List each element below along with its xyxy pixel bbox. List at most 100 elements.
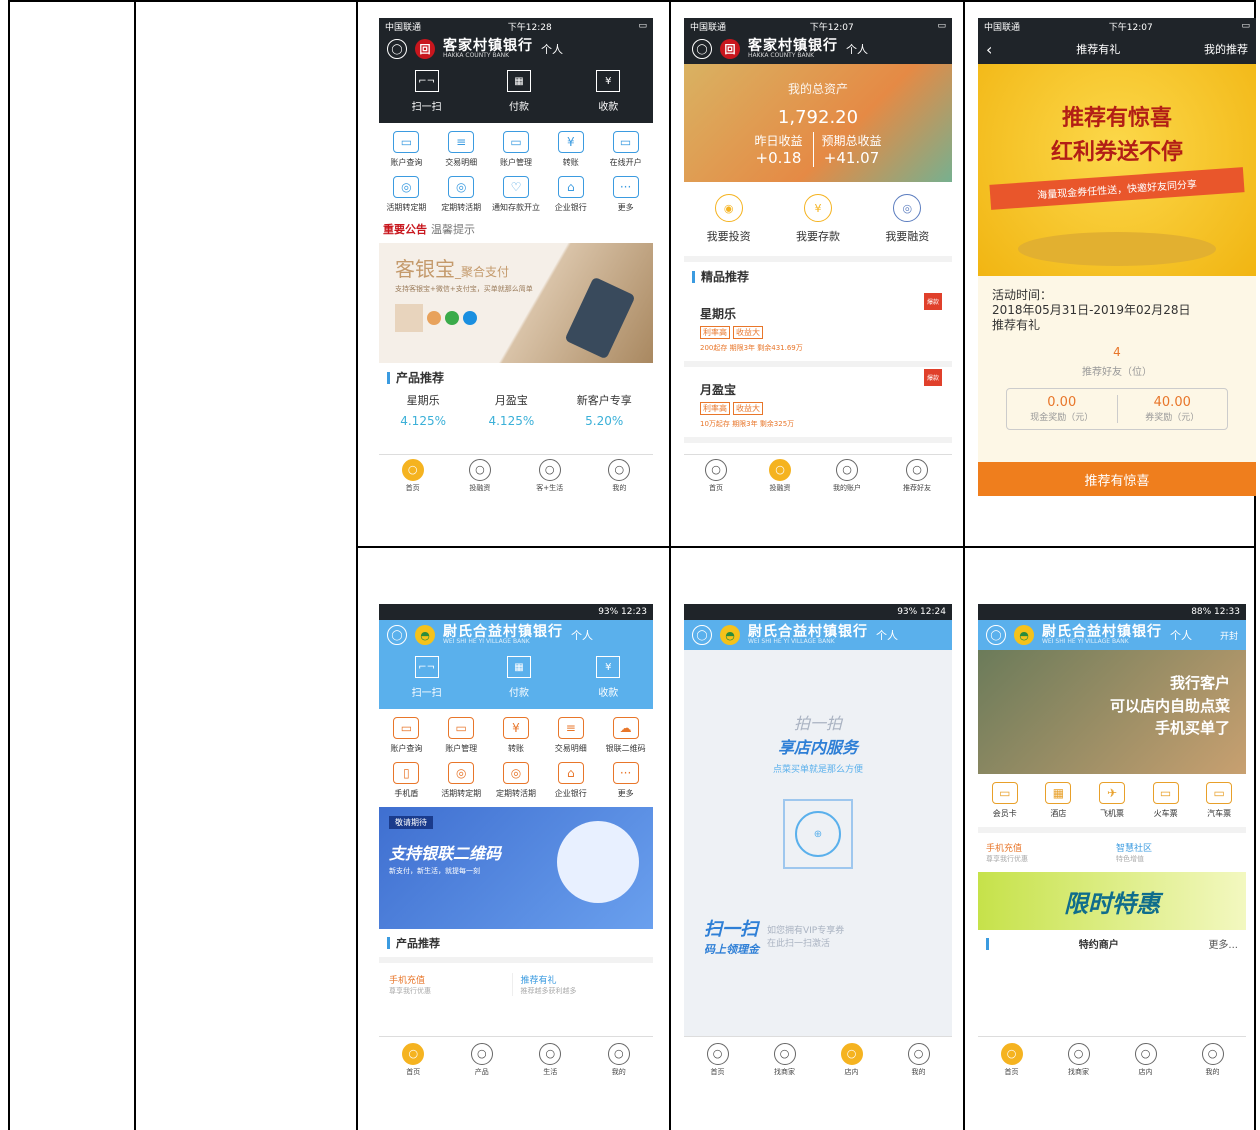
menu-item[interactable]: ▭ 火车票 (1139, 778, 1193, 823)
menu-item[interactable]: ¥ 转账 (489, 713, 544, 758)
tab-3[interactable]: ○ 我的 (608, 458, 631, 493)
mobile-topup-card[interactable]: 手机充值 尊享我行优惠 (986, 841, 1108, 864)
tab-0[interactable]: ○ 首页 (1000, 1042, 1023, 1077)
my-referrals-link[interactable]: 我的推荐 (1204, 41, 1248, 57)
tab-3[interactable]: ○ 推荐好友 (903, 458, 931, 493)
menu-item[interactable]: ◎ 活期转定期 (379, 172, 434, 217)
mobile-topup-card[interactable]: 手机充值 尊享我行优惠 (389, 973, 512, 996)
invest-button[interactable]: ◉ 我要投资 (707, 194, 751, 244)
finance-button[interactable]: ◎ 我要融资 (885, 194, 929, 244)
tab-icon: ○ (539, 1042, 562, 1065)
asset-card[interactable]: 我的总资产 1,792.20 昨日收益 +0.18 预期总收益 +41.07 (684, 64, 952, 182)
tab-2[interactable]: ○ 我的账户 (833, 458, 861, 493)
tab-2[interactable]: ○ 店内 (1134, 1042, 1157, 1077)
tab-1[interactable]: ○ 投融资 (468, 458, 491, 493)
menu-item[interactable]: ☁ 银联二维码 (598, 713, 653, 758)
menu-item[interactable]: ··· 更多 (598, 758, 653, 803)
menu-item[interactable]: ··· 更多 (598, 172, 653, 217)
tab-0[interactable]: ○ 首页 (706, 1042, 729, 1077)
scan-frame[interactable]: ⊕ (783, 799, 853, 869)
tab-1[interactable]: ○ 找商家 (773, 1042, 796, 1077)
tab-2[interactable]: ○ 客+生活 (536, 458, 563, 493)
menu-item[interactable]: ▭ 账户管理 (434, 713, 489, 758)
smart-community-card[interactable]: 智慧社区 特色增值 (1108, 841, 1238, 864)
product-card[interactable]: 爆款 月盈宝 利率高 收益大 10万起存 期限3年 剩余325万 (684, 367, 952, 443)
menu-item[interactable]: ▭ 账户查询 (379, 127, 434, 172)
menu-label: 交易明细 (554, 744, 587, 753)
menu-label: 在线开户 (609, 158, 642, 167)
tab-0[interactable]: ○ 首页 (705, 458, 727, 493)
table-border (963, 0, 965, 1130)
menu-item[interactable]: ▭ 在线开户 (598, 127, 653, 172)
scan-button[interactable]: ⌐¬ 扫一扫 (412, 70, 442, 113)
user-icon[interactable]: ◯ (986, 625, 1006, 645)
pay-button[interactable]: ▦ 付款 (506, 656, 531, 699)
menu-item[interactable]: ▭ 会员卡 (978, 778, 1032, 823)
menu-item[interactable]: ▭ 账户管理 (489, 127, 544, 172)
pay-button[interactable]: ▦ 付款 (506, 70, 531, 113)
menu-icon: ¥ (502, 717, 529, 739)
menu-item[interactable]: ≡ 交易明细 (434, 127, 489, 172)
user-icon[interactable]: ◯ (387, 39, 407, 59)
deposit-button[interactable]: ¥ 我要存款 (796, 194, 840, 244)
unionpay-banner[interactable]: 敬请期待 支持银联二维码 新支付，新生活，就提每一刻 (379, 807, 653, 929)
more-link[interactable]: 更多... (1208, 936, 1238, 951)
tab-1[interactable]: ○ 找商家 (1067, 1042, 1090, 1077)
reward-summary: 0.00 现金奖励（元） 40.00 券奖励（元） (1006, 388, 1228, 430)
product-item[interactable]: 月盈宝 4.125% (488, 392, 534, 428)
tab-label: 首页 (1004, 1067, 1019, 1076)
user-icon[interactable]: ◯ (692, 625, 712, 645)
menu-item[interactable]: ≡ 交易明细 (543, 713, 598, 758)
self-order-banner[interactable]: 我行客户 可以店内自助点菜 手机买单了 (978, 650, 1246, 774)
product-card[interactable]: 爆款 星期乐 利率高 收益大 200起存 期限3年 剩余431.69万 (684, 291, 952, 367)
promo-banner[interactable]: 客银宝_聚合支付 支持客银宝+微信+支付宝，买单就那么简单 (379, 243, 653, 363)
menu-icon: ▭ (393, 131, 420, 153)
user-icon[interactable]: ◯ (387, 625, 407, 645)
menu-item[interactable]: ▦ 酒店 (1032, 778, 1086, 823)
tab-icon: ○ (538, 458, 561, 481)
qr-code-icon: ▦ (506, 70, 531, 92)
table-border (8, 0, 10, 1130)
battery-icon: ▭ (638, 21, 647, 31)
menu-item[interactable]: ▯ 手机盾 (379, 758, 434, 803)
referral-card[interactable]: 推荐有礼 推荐越多获利越多 (511, 973, 644, 996)
scan-button[interactable]: ⌐¬ 扫一扫 (412, 656, 442, 699)
refer-button[interactable]: 推荐有惊喜 (978, 462, 1256, 496)
product-item[interactable]: 星期乐 4.125% (400, 392, 446, 428)
menu-item[interactable]: ⌂ 企业银行 (543, 172, 598, 217)
menu-item[interactable]: ◎ 定期转活期 (489, 758, 544, 803)
tab-icon: ○ (608, 458, 631, 481)
menu-icon: ✈ (1098, 782, 1125, 804)
product-item[interactable]: 新客户专享 5.20% (577, 392, 632, 428)
menu-label: 转账 (507, 744, 524, 753)
menu-item[interactable]: ♡ 通知存款开立 (489, 172, 544, 217)
user-icon[interactable]: ◯ (692, 39, 712, 59)
receive-button[interactable]: ¥ 收款 (596, 70, 621, 113)
back-icon[interactable]: ‹ (986, 40, 992, 59)
tag: 收益大 (733, 326, 763, 339)
product-rate: 4.125% (400, 414, 446, 428)
section-title: 产品推荐 (396, 371, 445, 385)
tab-2[interactable]: ○ 生活 (539, 1042, 562, 1077)
notice-bar[interactable]: 重要公告 温馨提示 (379, 221, 653, 237)
menu-item[interactable]: ⌂ 企业银行 (543, 758, 598, 803)
menu-item[interactable]: ▭ 汽车票 (1192, 778, 1246, 823)
menu-item[interactable]: ¥ 转账 (543, 127, 598, 172)
tab-2[interactable]: ○ 店内 (840, 1042, 863, 1077)
receive-button[interactable]: ¥ 收款 (596, 656, 621, 699)
tab-3[interactable]: ○ 我的 (607, 1042, 630, 1077)
menu-item[interactable]: ✈ 飞机票 (1085, 778, 1139, 823)
tab-3[interactable]: ○ 我的 (907, 1042, 930, 1077)
tab-1[interactable]: ○ 投融资 (769, 458, 791, 493)
tab-label: 我的 (911, 1067, 926, 1076)
tab-0[interactable]: ○ 首页 (402, 1042, 425, 1077)
promo-banner[interactable]: 限时特惠 (978, 872, 1246, 930)
qr-code-icon: ▦ (506, 656, 531, 678)
tab-1[interactable]: ○ 产品 (470, 1042, 493, 1077)
menu-item[interactable]: ◎ 定期转活期 (434, 172, 489, 217)
tab-3[interactable]: ○ 我的 (1201, 1042, 1224, 1077)
menu-item[interactable]: ◎ 活期转定期 (434, 758, 489, 803)
menu-item[interactable]: ▭ 账户查询 (379, 713, 434, 758)
tab-0[interactable]: ○ 首页 (401, 458, 424, 493)
city-selector[interactable]: 开封 (1220, 629, 1238, 642)
